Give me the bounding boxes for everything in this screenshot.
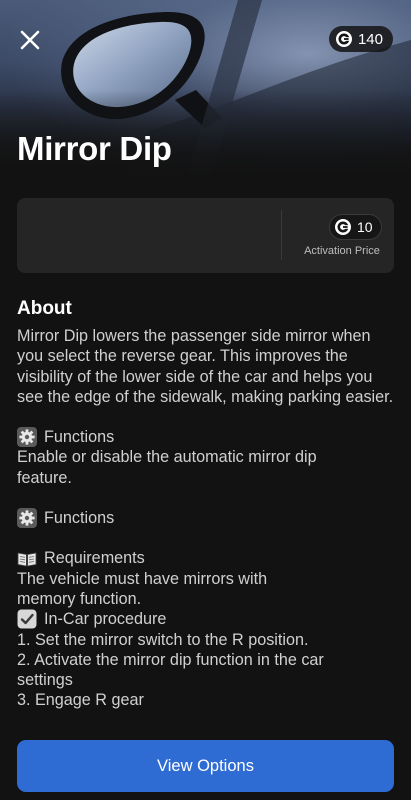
activation-price-badge: 10 — [329, 214, 382, 240]
description-scroll-area[interactable]: About Mirror Dip lowers the passenger si… — [17, 298, 395, 722]
functions-1-text: Enable or disable the automatic mirror d… — [17, 448, 317, 487]
credits-value: 140 — [357, 30, 383, 48]
functions-section-1: Functions Enable or disable the automati… — [17, 427, 395, 488]
activation-price-label: Activation Price — [304, 245, 380, 257]
procedure-step-3: 3. Engage R gear — [17, 691, 144, 710]
procedure-step-1: 1. Set the mirror switch to the R positi… — [17, 630, 309, 649]
functions-1-title: Functions — [44, 428, 115, 447]
requirements-section: Requirements The vehicle must have mirro… — [17, 548, 395, 710]
about-heading: About — [17, 298, 72, 319]
coin-icon — [335, 219, 351, 235]
checkbox-icon — [17, 609, 37, 629]
book-icon — [17, 552, 37, 566]
close-icon — [20, 30, 40, 50]
credits-balance[interactable]: 140 — [328, 26, 393, 52]
activation-price-value: 10 — [357, 219, 373, 235]
gear-icon — [17, 508, 37, 529]
page-title: Mirror Dip — [17, 130, 172, 167]
coin-icon — [335, 31, 352, 47]
procedure-title: In-Car procedure — [44, 610, 167, 629]
price-card: 10 Activation Price — [17, 198, 394, 273]
requirements-text: The vehicle must have mirrors with memor… — [17, 569, 268, 608]
close-button[interactable] — [14, 24, 46, 56]
view-options-button[interactable]: View Options — [17, 740, 394, 792]
card-divider — [281, 210, 282, 260]
about-description: Mirror Dip lowers the passenger side mir… — [17, 327, 394, 406]
requirements-title: Requirements — [44, 549, 145, 568]
procedure-step-2: 2. Activate the mirror dip function in t… — [17, 650, 324, 690]
functions-section-2: Functions — [17, 508, 395, 529]
gear-icon — [17, 427, 37, 448]
functions-2-title: Functions — [44, 509, 115, 528]
